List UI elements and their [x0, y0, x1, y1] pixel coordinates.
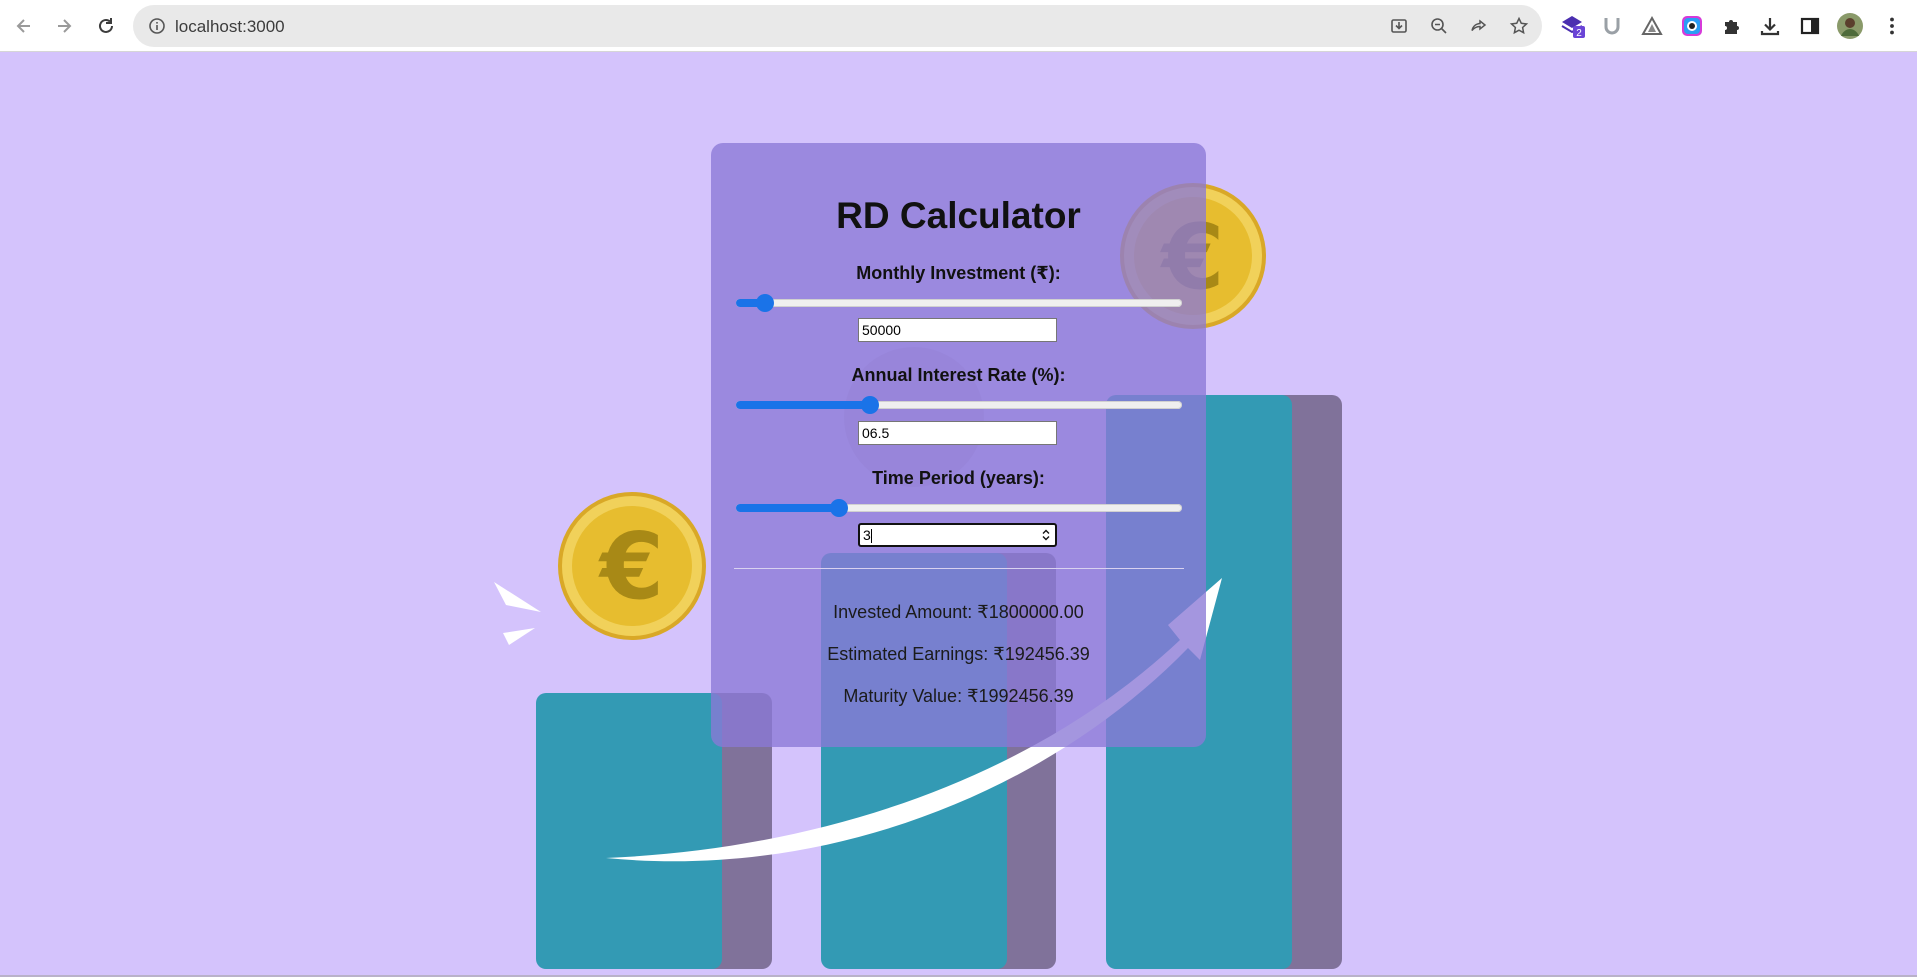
number-spinner-icon[interactable]: [1041, 528, 1051, 542]
drive-extension-button[interactable]: [1638, 12, 1666, 40]
bookmark-star-icon: [1509, 16, 1529, 35]
extension-badge: 2: [1576, 28, 1582, 39]
text-cursor: [870, 529, 872, 544]
zoom-icon: [1431, 18, 1447, 34]
extension-icon: 2: [1561, 16, 1585, 39]
sparkle-2: [503, 628, 535, 645]
back-arrow-icon: [16, 19, 30, 33]
sparkle-1: [494, 582, 541, 612]
coin-left: €: [558, 492, 706, 640]
u-extension-button[interactable]: [1598, 12, 1626, 40]
side-panel-button[interactable]: [1796, 12, 1824, 40]
time-period-slider[interactable]: [736, 499, 1182, 517]
bookmark-button[interactable]: [1507, 14, 1531, 38]
profile-button[interactable]: [1836, 12, 1864, 40]
site-info-icon[interactable]: [147, 16, 167, 36]
monthly-investment-slider-thumb[interactable]: [755, 294, 774, 312]
downloads-icon: [1760, 18, 1780, 36]
interest-rate-slider-fill: [736, 401, 870, 409]
browser-menu-button[interactable]: [1878, 12, 1906, 40]
extension-stack-button[interactable]: 2: [1558, 12, 1586, 40]
zoom-button[interactable]: [1427, 14, 1451, 38]
profile-avatar-icon: [1837, 13, 1863, 39]
time-period-label: Time Period (years):: [872, 468, 1045, 488]
side-panel-icon: [1800, 17, 1820, 35]
forward-button[interactable]: [48, 10, 80, 42]
triangle-extension-icon: [1641, 15, 1663, 35]
rd-calculator-card: RD Calculator Monthly Investment (₹): An…: [711, 143, 1206, 747]
extensions-button[interactable]: [1718, 12, 1746, 40]
interest-rate-input[interactable]: [858, 421, 1057, 445]
monthly-investment-input[interactable]: [858, 318, 1057, 342]
monthly-investment-slider[interactable]: [736, 294, 1182, 312]
bar-1: [536, 693, 722, 969]
monthly-investment-label: Monthly Investment (₹):: [856, 263, 1061, 283]
interest-rate-label: Annual Interest Rate (%):: [851, 365, 1066, 385]
color-ring-extension-icon: [1682, 16, 1702, 36]
interest-rate-slider-thumb[interactable]: [860, 396, 879, 414]
invested-amount: Invested Amount: ₹1800000.00: [833, 602, 1084, 622]
results-divider: [734, 568, 1184, 569]
color-extension-button[interactable]: [1678, 12, 1706, 40]
time-period-value: 3: [863, 527, 871, 543]
reload-button[interactable]: [90, 10, 122, 42]
address-bar[interactable]: localhost:3000: [133, 5, 1542, 47]
calculator-title: RD Calculator: [836, 195, 1081, 236]
downloads-button[interactable]: [1756, 12, 1784, 40]
u-extension-icon: [1604, 18, 1620, 35]
install-app-button[interactable]: [1387, 14, 1411, 38]
estimated-earnings: Estimated Earnings: ₹192456.39: [827, 644, 1090, 664]
time-period-slider-fill: [736, 504, 839, 512]
extensions-puzzle-icon: [1725, 20, 1739, 34]
time-period-input[interactable]: 3: [858, 523, 1057, 547]
svg-text:€: €: [598, 513, 664, 620]
url-text[interactable]: localhost:3000: [175, 17, 285, 37]
maturity-value: Maturity Value: ₹1992456.39: [843, 686, 1074, 706]
browser-toolbar: localhost:3000 2: [0, 0, 1917, 52]
menu-dots-icon: [1890, 17, 1894, 35]
back-button[interactable]: [8, 10, 40, 42]
share-icon: [1471, 19, 1487, 31]
time-period-slider-thumb[interactable]: [829, 499, 848, 517]
forward-arrow-icon: [58, 19, 72, 33]
install-app-icon: [1391, 19, 1407, 33]
reload-icon: [99, 18, 113, 33]
interest-rate-slider[interactable]: [736, 396, 1182, 414]
share-button[interactable]: [1467, 14, 1491, 38]
